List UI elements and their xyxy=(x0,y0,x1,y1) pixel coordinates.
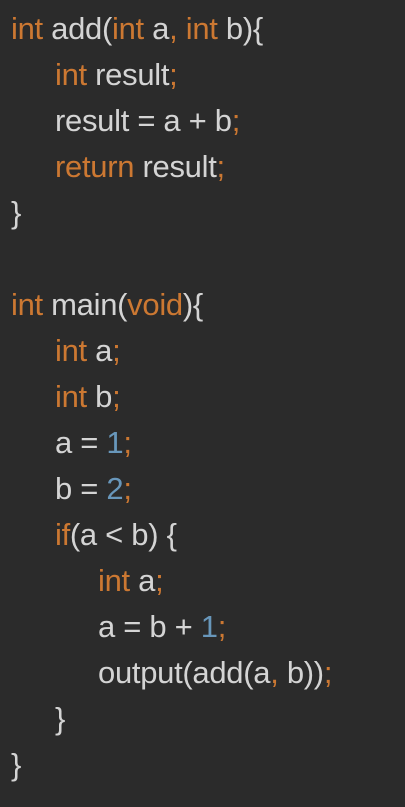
code-token-keyword: int xyxy=(55,333,87,368)
code-line[interactable]: int a; xyxy=(0,558,405,604)
code-token-identifier: } xyxy=(11,747,22,782)
code-token-punctuation: ; xyxy=(231,103,241,138)
code-line[interactable] xyxy=(0,236,405,282)
code-token-keyword: int xyxy=(11,11,43,46)
code-token-keyword: int xyxy=(185,11,218,46)
code-token-punctuation: ; xyxy=(169,57,178,92)
code-token-keyword: if xyxy=(55,517,70,552)
code-token-identifier: b = xyxy=(55,471,107,506)
code-line[interactable]: } xyxy=(0,696,405,742)
code-lines[interactable]: int add(int a, int b){int result; result … xyxy=(0,6,405,788)
code-token-punctuation: ; xyxy=(112,333,121,368)
code-line[interactable]: } xyxy=(0,190,405,236)
code-token-identifier: } xyxy=(55,701,66,736)
code-token-punctuation: ; xyxy=(217,609,227,644)
code-line[interactable]: } xyxy=(0,742,405,788)
code-token-identifier: b xyxy=(217,11,243,46)
code-token-keyword: return xyxy=(55,149,135,184)
code-token-keyword: int xyxy=(55,379,87,414)
code-token-punctuation: ; xyxy=(123,425,132,460)
code-token-punctuation: , xyxy=(270,655,287,690)
code-token-identifier: ){ xyxy=(242,11,263,46)
code-token-identifier: a xyxy=(143,11,170,46)
code-token-punctuation: , xyxy=(169,11,186,46)
code-line[interactable]: a = b + 1; xyxy=(0,604,405,650)
code-token-keyword: int xyxy=(98,563,130,598)
code-line[interactable]: int b; xyxy=(0,374,405,420)
code-token-number: 1 xyxy=(200,609,218,644)
code-token-identifier: result xyxy=(134,149,217,184)
code-line[interactable]: a = 1; xyxy=(0,420,405,466)
code-token-number: 1 xyxy=(106,425,124,460)
code-token-identifier: result xyxy=(86,57,170,92)
code-line[interactable]: int add(int a, int b){ xyxy=(0,6,405,52)
code-token-identifier: } xyxy=(11,195,22,230)
code-token-keyword: int xyxy=(11,287,43,322)
code-editor[interactable]: int add(int a, int b){int result; result … xyxy=(0,0,405,807)
code-token-keyword: int xyxy=(112,11,144,46)
code-line[interactable]: output(add(a, b)); xyxy=(0,650,405,696)
code-token-identifier: add( xyxy=(42,11,113,46)
code-token-identifier: (a < b) { xyxy=(69,517,177,552)
code-line[interactable]: int result; xyxy=(0,52,405,98)
code-token-identifier: b)) xyxy=(286,655,324,690)
code-line[interactable]: b = 2; xyxy=(0,466,405,512)
code-line[interactable]: if(a < b) { xyxy=(0,512,405,558)
code-token-identifier: ){ xyxy=(182,287,203,322)
code-token-punctuation: ; xyxy=(216,149,226,184)
code-line[interactable]: result = a + b; xyxy=(0,98,405,144)
code-token-identifier: a = xyxy=(55,425,107,460)
code-token-identifier: b xyxy=(86,379,113,414)
code-token-identifier: a xyxy=(129,563,156,598)
code-token-keyword: int xyxy=(55,57,87,92)
code-line[interactable]: int main(void){ xyxy=(0,282,405,328)
code-token-identifier: a xyxy=(86,333,113,368)
code-token-number: 2 xyxy=(106,471,124,506)
code-line[interactable]: return result; xyxy=(0,144,405,190)
code-token-identifier: result = a + b xyxy=(55,103,232,138)
code-token-identifier: output(add(a xyxy=(98,655,271,690)
code-token-identifier: a = b + xyxy=(98,609,201,644)
code-token-punctuation: ; xyxy=(155,563,164,598)
code-token-punctuation: ; xyxy=(123,471,132,506)
code-token-punctuation: ; xyxy=(323,655,333,690)
code-token-keyword: void xyxy=(127,287,183,322)
code-token-identifier: main( xyxy=(42,287,128,322)
code-line[interactable]: int a; xyxy=(0,328,405,374)
code-token-punctuation: ; xyxy=(112,379,121,414)
